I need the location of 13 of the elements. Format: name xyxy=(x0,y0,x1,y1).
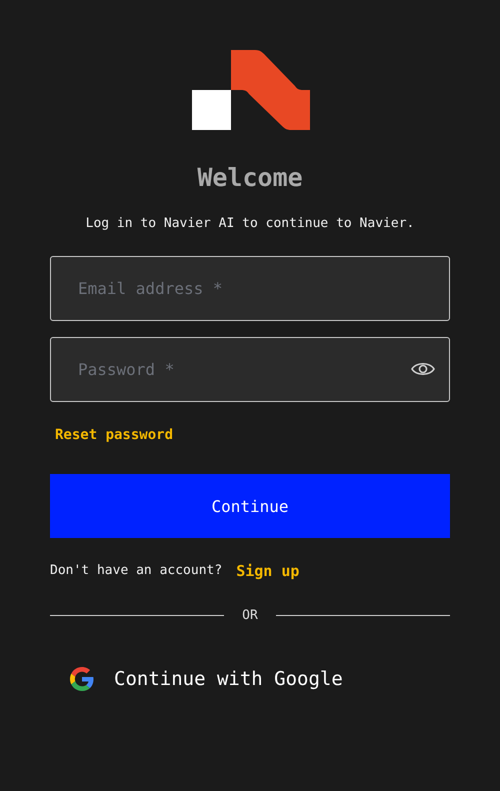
reset-password-link[interactable]: Reset password xyxy=(55,426,174,444)
email-field[interactable]: Email address * xyxy=(50,256,450,321)
signup-prompt: Don't have an account? xyxy=(50,562,222,580)
welcome-heading: Welcome xyxy=(197,163,303,193)
sign-up-link[interactable]: Sign up xyxy=(236,562,300,580)
continue-button[interactable]: Continue xyxy=(50,474,450,538)
or-divider-text: OR xyxy=(242,608,258,623)
subtitle: Log in to Navier AI to continue to Navier. xyxy=(86,215,414,233)
eye-icon[interactable] xyxy=(411,361,435,377)
google-sign-in-button[interactable]: Continue with Google xyxy=(70,667,343,691)
password-field[interactable]: Password * xyxy=(50,337,450,402)
google-g-icon xyxy=(70,667,94,691)
logo-icon xyxy=(192,50,310,130)
